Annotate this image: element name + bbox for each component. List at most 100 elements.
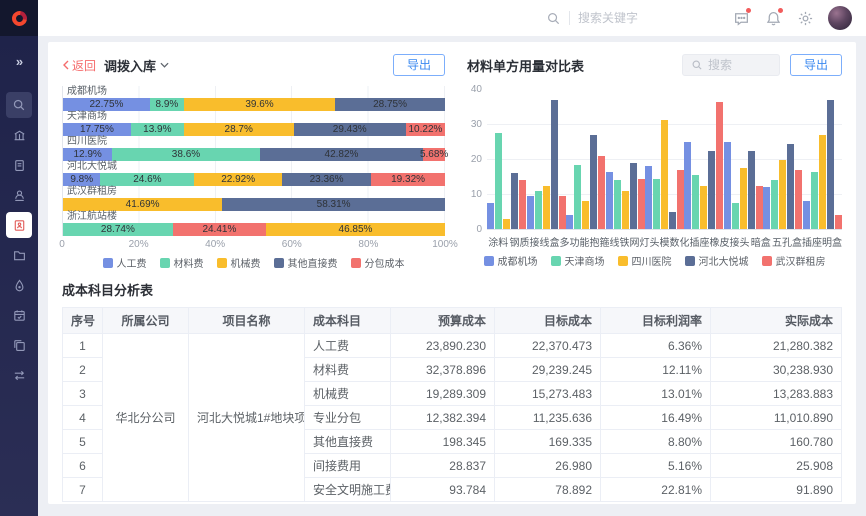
legend-swatch xyxy=(685,256,695,266)
cell-target: 169.335 xyxy=(495,430,601,454)
cell-actual: 25.908 xyxy=(711,454,842,478)
right-panel-header: 材料单方用量对比表 导出 xyxy=(467,52,842,78)
global-search-input[interactable] xyxy=(578,11,674,25)
bar-segment-其他直接费: 23.36% xyxy=(282,173,371,186)
legend-item-分包成本[interactable]: 分包成本 xyxy=(351,255,405,270)
segment-value-label: 46.85% xyxy=(339,224,373,235)
search-icon[interactable] xyxy=(546,11,561,26)
app-logo[interactable] xyxy=(0,0,38,36)
legend-item-武汉群租房[interactable]: 武汉群租房 xyxy=(762,253,826,268)
stacked-bar-row: 天津商场17.75%13.9%28.7%29.43%10.22% xyxy=(63,111,445,136)
legend-item-天津商场[interactable]: 天津商场 xyxy=(551,253,605,268)
legend-label: 其他直接费 xyxy=(288,255,338,270)
left-panel-title[interactable]: 调拨入库 xyxy=(104,56,169,75)
cell-no: 2 xyxy=(63,358,103,382)
cell-no: 5 xyxy=(63,430,103,454)
export-button-right[interactable]: 导出 xyxy=(790,54,842,76)
bar-河北大悦城 xyxy=(551,100,558,229)
sidebar-item-users[interactable] xyxy=(6,182,32,208)
sidebar-item-documents[interactable] xyxy=(6,152,32,178)
segment-value-label: 22.92% xyxy=(221,174,255,185)
main-area: 返回 调拨入库 导出 成都机场22.75%8.9%39.6%28.75%天津商场… xyxy=(38,36,866,516)
cell-budget: 28.837 xyxy=(391,454,495,478)
cost-table: 序号所属公司项目名称成本科目预算成本目标成本目标利润率实际成本 1华北分公司河北… xyxy=(62,307,842,502)
cost-table-header-row: 序号所属公司项目名称成本科目预算成本目标成本目标利润率实际成本 xyxy=(63,308,842,334)
bar-segment-机械费: 41.69% xyxy=(63,198,222,211)
left-panel-header: 返回 调拨入库 导出 xyxy=(62,52,445,78)
chart-search xyxy=(682,54,780,76)
stacked-bar: 17.75%13.9%28.7%29.43%10.22% xyxy=(63,123,445,136)
bar-河北大悦城 xyxy=(827,100,834,229)
top-bar-main xyxy=(38,0,866,36)
global-search xyxy=(546,11,674,26)
sidebar-item-files[interactable] xyxy=(6,242,32,268)
message-icon[interactable] xyxy=(730,7,752,29)
bar-group-橡皮接头 xyxy=(684,90,723,229)
x-category-label: 钢质接线盒 xyxy=(510,234,560,247)
stacked-bar-chart: 成都机场22.75%8.9%39.6%28.75%天津商场17.75%13.9%… xyxy=(62,86,445,270)
sidebar-item-copies[interactable] xyxy=(6,332,32,358)
legend-swatch xyxy=(217,258,227,268)
legend-item-材料费[interactable]: 材料费 xyxy=(160,255,204,270)
column-header-预算成本: 预算成本 xyxy=(391,308,495,334)
x-category-label: 铁网灯头 xyxy=(620,234,660,247)
sidebar-item-company[interactable] xyxy=(6,122,32,148)
user-avatar[interactable] xyxy=(828,6,852,30)
bar-segment-其他直接费: 42.82% xyxy=(260,148,424,161)
cell-no: 6 xyxy=(63,454,103,478)
sidebar-item-search[interactable] xyxy=(6,92,32,118)
bar-四川医院 xyxy=(582,201,589,229)
bar-四川医院 xyxy=(543,186,550,229)
bar-四川医院 xyxy=(740,168,747,229)
category-label: 武汉群租房 xyxy=(63,186,445,197)
bar-成都机场 xyxy=(566,215,573,229)
cell-no: 7 xyxy=(63,478,103,502)
sidebar-item-materials[interactable] xyxy=(6,272,32,298)
bar-天津商场 xyxy=(495,133,502,229)
bar-group-插座明盒 xyxy=(803,90,842,229)
legend-item-河北大悦城[interactable]: 河北大悦城 xyxy=(685,253,749,268)
cell-actual: 91.890 xyxy=(711,478,842,502)
stacked-bar: 12.9%38.6%42.82%5.68% xyxy=(63,148,445,161)
legend-item-四川医院[interactable]: 四川医院 xyxy=(618,253,672,268)
bar-成都机场 xyxy=(724,142,731,229)
cell-margin: 6.36% xyxy=(601,334,711,358)
bar-武汉群租房 xyxy=(677,170,684,229)
x-category-label: 插座明盒 xyxy=(802,234,842,247)
cell-subject: 专业分包 xyxy=(305,406,391,430)
sidebar-item-cost-active[interactable] xyxy=(6,212,32,238)
bar-武汉群租房 xyxy=(835,215,842,229)
column-header-序号: 序号 xyxy=(63,308,103,334)
sidebar-item-transfer[interactable] xyxy=(6,362,32,388)
legend-item-机械费[interactable]: 机械费 xyxy=(217,255,261,270)
cell-actual: 30,238.930 xyxy=(711,358,842,382)
bar-group-模数化插座 xyxy=(645,90,684,229)
bell-icon[interactable] xyxy=(762,7,784,29)
cell-budget: 23,890.230 xyxy=(391,334,495,358)
export-button-left[interactable]: 导出 xyxy=(393,54,445,76)
right-panel-title: 材料单方用量对比表 xyxy=(467,56,584,75)
bar-四川医院 xyxy=(700,186,707,229)
category-label: 浙江航站楼 xyxy=(63,211,445,222)
user-badge-icon xyxy=(12,188,27,203)
legend-item-成都机场[interactable]: 成都机场 xyxy=(484,253,538,268)
back-link[interactable]: 返回 xyxy=(62,57,96,74)
segment-value-label: 38.6% xyxy=(172,149,200,160)
grouped-bar-plot xyxy=(487,90,842,230)
grouped-x-axis: 涂料钢质接线盒多功能抱箍线铁网灯头模数化插座橡皮接头暗盒五孔盒插座明盒 xyxy=(487,234,842,247)
legend-item-其他直接费[interactable]: 其他直接费 xyxy=(274,255,338,270)
bar-武汉群租房 xyxy=(795,170,802,229)
sidebar-item-schedule[interactable] xyxy=(6,302,32,328)
bar-group-多功能抱箍线 xyxy=(566,90,605,229)
bar-segment-人工费: 9.8% xyxy=(63,173,100,186)
bar-四川医院 xyxy=(503,219,510,229)
category-label: 成都机场 xyxy=(63,86,445,97)
expand-icon[interactable]: » xyxy=(6,48,32,74)
legend-item-人工费[interactable]: 人工费 xyxy=(103,255,147,270)
chart-search-input[interactable] xyxy=(708,58,770,72)
segment-value-label: 5.68% xyxy=(420,149,448,160)
stacked-bar-row: 成都机场22.75%8.9%39.6%28.75% xyxy=(63,86,445,111)
gear-icon[interactable] xyxy=(794,7,816,29)
legend-swatch xyxy=(103,258,113,268)
legend-label: 河北大悦城 xyxy=(699,253,749,268)
